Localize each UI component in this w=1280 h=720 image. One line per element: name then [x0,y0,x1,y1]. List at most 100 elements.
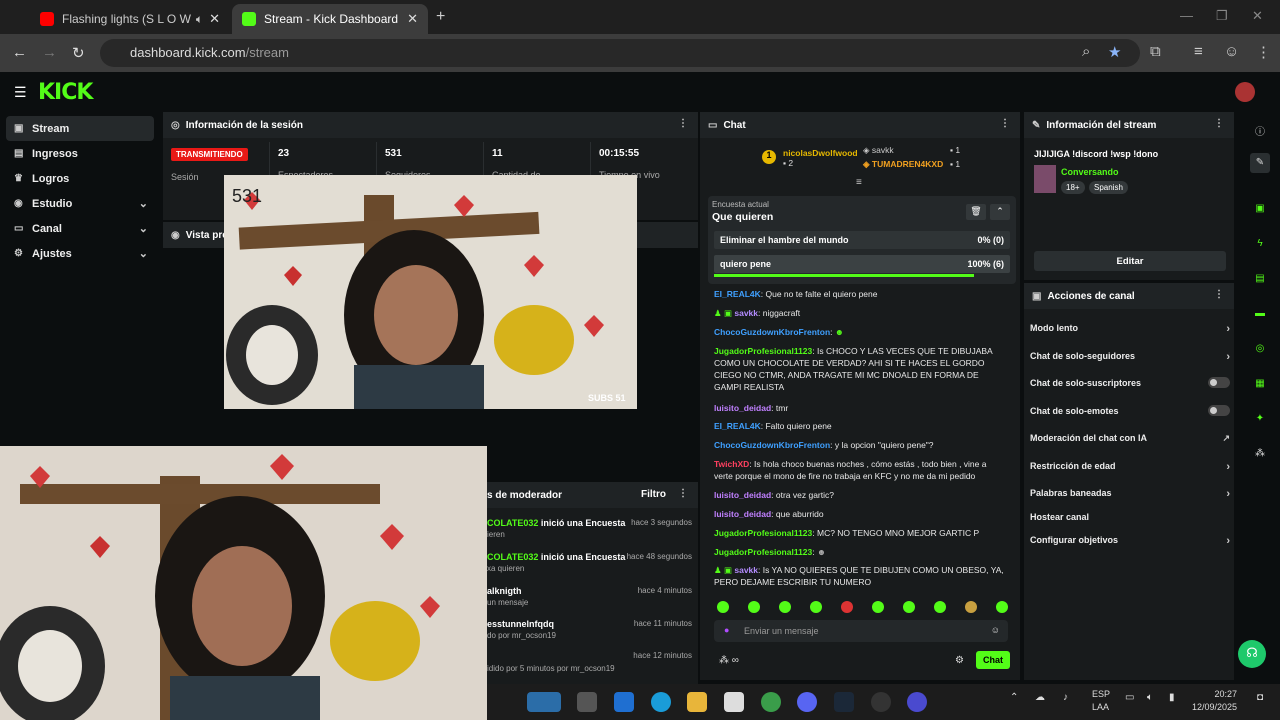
back-icon[interactable]: ← [12,44,27,61]
close-tab-icon[interactable]: ✕ [407,11,418,27]
tray-chevron-icon[interactable]: ⌃ [1010,692,1018,703]
mic-icon[interactable]: ● [724,625,729,635]
sidebar-item-ajustes[interactable]: ⚙ Ajustes ⌄ [0,241,160,266]
action-emotes-only[interactable]: Chat de solo-emotes [1030,405,1230,416]
cloud-icon[interactable]: ☁ [1035,692,1045,703]
broadcast-icon[interactable]: ◎ [1250,339,1270,359]
kick-logo[interactable]: KICK [38,80,93,105]
outlook-icon[interactable] [614,692,634,712]
action-banned-words[interactable]: Palabras baneadas › [1030,488,1230,500]
task-view-icon[interactable] [577,692,597,712]
category-label[interactable]: Conversando [1061,167,1119,177]
url-field[interactable]: dashboard.kick.com/stream [100,39,1140,67]
bolt-icon[interactable]: ϟ [1250,234,1270,254]
maximize-icon[interactable]: ❐ [1216,8,1228,24]
more-icon[interactable]: ⋮ [1214,289,1224,300]
poll-option-1[interactable]: Eliminar el hambre del mundo 0% (0) [714,231,1010,249]
edit-icon[interactable]: ✎ [1250,153,1270,173]
edge-icon[interactable] [651,692,671,712]
stream-preview-video[interactable]: 531 SUBS 51 [224,175,637,409]
bookmark-star-icon[interactable]: ★ [1108,43,1121,61]
store-icon[interactable] [724,692,744,712]
emote-icon[interactable] [903,601,915,613]
file-explorer-icon[interactable] [687,692,707,712]
sidebar-item-canal[interactable]: ▭ Canal ⌄ [0,216,160,241]
emote-icon[interactable] [965,601,977,613]
minimize-icon[interactable]: — [1180,8,1193,23]
mic-tray-icon[interactable]: ♪ [1063,692,1068,703]
volume-icon[interactable]: 🔈︎ [1147,692,1153,703]
edit-button[interactable]: Editar [1034,251,1226,271]
top-gifter-3[interactable]: ◈ TUMADREN4KXD [863,159,943,170]
profile-icon[interactable]: ☺ [1224,43,1239,60]
poll-option-2[interactable]: quiero pene 100% (6) [714,255,1010,277]
network-icon[interactable]: ▭ [1125,692,1134,703]
emotes-only-toggle[interactable] [1208,405,1230,416]
emote-icon[interactable] [841,601,853,613]
action-configure-goals[interactable]: Configurar objetivos › [1030,535,1230,547]
action-ai-moderation[interactable]: Moderación del chat con IA ↗ [1030,433,1230,443]
chat-bubble-icon[interactable]: ▬ [1250,304,1270,324]
zoom-icon[interactable]: ⌕ [1082,43,1090,60]
reload-icon[interactable]: ↻ [72,44,85,62]
hamburger-icon[interactable]: ☰ [14,84,27,101]
action-slow-mode[interactable]: Modo lento › [1030,323,1230,335]
widget-icon[interactable] [527,692,561,712]
delete-poll-icon[interactable]: 🗑︎ [966,204,986,220]
list-icon[interactable]: ▤ [1250,269,1270,289]
emote-icon[interactable] [996,601,1008,613]
emoji-picker-icon[interactable]: ☺ [991,625,1000,635]
more-icon[interactable]: ⋮ [1000,118,1010,129]
action-host-channel[interactable]: Hostear canal [1030,512,1230,522]
tab-flashing-lights[interactable]: Flashing lights (S L O W E D 🔈︎ ✕ [30,4,230,34]
sidebar-item-estudio[interactable]: ◉ Estudio ⌄ [0,191,160,216]
top-gifter-2[interactable]: ◈ savkk [863,145,894,156]
discord-icon[interactable] [797,692,817,712]
extensions-icon[interactable]: ⧉ [1150,43,1161,60]
expand-icon[interactable]: ≡ [856,177,862,188]
language-indicator[interactable]: ESP LAA [1092,688,1110,714]
chat-input[interactable]: ● Enviar un mensaje ☺ [714,620,1008,642]
subs-only-toggle[interactable] [1208,377,1230,388]
sidebar-item-stream[interactable]: ▣ Stream [6,116,154,141]
action-subs-only[interactable]: Chat de solo-suscriptores [1030,377,1230,388]
emote-icon[interactable] [717,601,729,613]
chat-tools-icon[interactable]: ⁂ ∞ [719,655,739,666]
send-chat-button[interactable]: Chat [976,651,1010,669]
battery-icon[interactable]: ▮ [1169,692,1175,703]
layout-icon[interactable]: ▦ [1250,374,1270,394]
close-tab-icon[interactable]: ✕ [209,11,220,27]
tab-kick-dashboard[interactable]: Stream - Kick Dashboard ✕ [232,4,428,34]
chrome-icon[interactable] [761,692,781,712]
camera-icon[interactable]: ▣ [1250,199,1270,219]
action-followers-only[interactable]: Chat de solo-seguidores › [1030,351,1230,363]
apps-icon[interactable]: ⁂ [1250,444,1270,464]
chat-settings-icon[interactable]: ⚙ [955,655,964,666]
more-icon[interactable]: ⋮ [1214,118,1224,129]
emote-icon[interactable] [810,601,822,613]
emote-icon[interactable] [934,601,946,613]
action-age-restriction[interactable]: Restricción de edad › [1030,461,1230,473]
emote-icon[interactable] [779,601,791,613]
more-icon[interactable]: ⋮ [678,488,688,499]
info-icon[interactable]: ⓘ [1250,119,1270,139]
speaker-icon[interactable]: 🔈︎ [196,12,203,27]
new-tab-icon[interactable]: + [436,8,445,26]
steam-icon[interactable] [834,692,854,712]
more-icon[interactable]: ⋮ [678,118,688,129]
app-icon[interactable] [907,692,927,712]
filter-button[interactable]: Filtro [641,489,666,500]
emote-icon[interactable] [748,601,760,613]
sidebar-item-logros[interactable]: ♛ Logros [0,166,160,191]
media-control-icon[interactable]: ≡ [1194,43,1203,60]
support-icon[interactable]: ☊ [1238,640,1266,668]
forward-icon[interactable]: → [42,44,57,61]
collapse-icon[interactable]: ⌃ [990,204,1010,220]
close-window-icon[interactable]: ✕ [1252,8,1263,24]
obs-icon[interactable] [871,692,891,712]
avatar[interactable] [1235,82,1255,102]
tool-icon[interactable]: ✦ [1250,409,1270,429]
menu-icon[interactable]: ⋮ [1256,43,1271,61]
sidebar-item-ingresos[interactable]: ▤ Ingresos [0,141,160,166]
notification-icon[interactable]: ◘ [1257,692,1263,703]
